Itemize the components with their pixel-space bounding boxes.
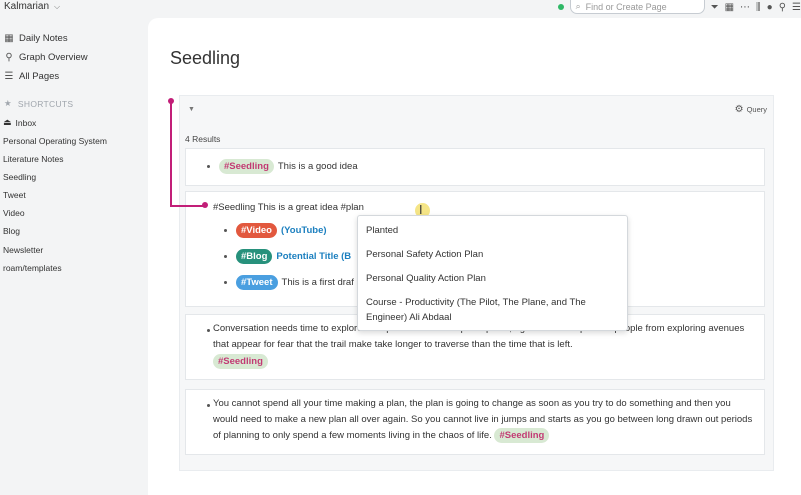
drag-connector-horizontal [170, 205, 203, 207]
block-text: This is a first draf [281, 277, 354, 288]
inbox-icon: ⏏ [3, 117, 12, 127]
help-icon[interactable]: ● [767, 2, 773, 13]
autocomplete-item[interactable]: Planted [366, 223, 398, 238]
blog-title-link[interactable]: Potential Title (B [276, 251, 351, 262]
calendar-icon[interactable]: ▦ [725, 2, 734, 13]
shortcut-inbox[interactable]: ⏏ Inbox [3, 117, 36, 128]
graph-icon: ⚲ [5, 52, 13, 63]
nav-label: All Pages [19, 71, 60, 82]
shortcut-literature-notes[interactable]: Literature Notes [3, 154, 63, 164]
bullet[interactable] [207, 329, 210, 332]
shortcut-personal-operating-system[interactable]: Personal Operating System [3, 136, 107, 146]
tag-seedling[interactable]: #Seedling [213, 354, 268, 369]
sidebar-toggle-icon[interactable]: ⫼ [756, 2, 761, 13]
drag-connector-vertical [170, 101, 172, 206]
tag-seedling[interactable]: #Seedling [494, 428, 550, 443]
shortcut-roam-templates[interactable]: roam/templates [3, 263, 62, 273]
search-placeholder: Find or Create Page [585, 1, 667, 12]
topbar: ⌕ Find or Create Page ⏷ ▦ ⋯ ⫼ ● ⚲ ☰ [557, 0, 801, 14]
child-block-blog[interactable]: #Blog Potential Title (B [224, 249, 351, 264]
nav-all-pages[interactable]: ☰ All Pages [4, 71, 60, 82]
autocomplete-item[interactable]: Personal Quality Action Plan [366, 271, 486, 286]
shortcut-video[interactable]: Video [3, 208, 25, 218]
result-card-1: #Seedling This is a good idea [185, 148, 765, 186]
block-text: This is a good idea [277, 161, 358, 172]
autocomplete-item[interactable]: Course - Productivity (The Pilot, The Pl… [366, 295, 616, 325]
more-icon[interactable]: ⋯ [740, 2, 750, 13]
nav-daily-notes[interactable]: ▦ Daily Notes [4, 33, 68, 44]
menu-icon[interactable]: ☰ [792, 2, 801, 13]
graph-icon[interactable]: ⚲ [779, 2, 786, 13]
chevron-down-icon: ⌵ [54, 1, 61, 11]
results-count: 4 Results [185, 134, 221, 144]
graph-switcher[interactable]: Kalmarian ⌵ [4, 1, 60, 12]
graph-name: Kalmarian [4, 1, 50, 12]
nav-label: Daily Notes [19, 33, 68, 44]
bullet[interactable] [207, 165, 210, 168]
child-block-video[interactable]: #Video (YouTube) [224, 223, 327, 238]
search-icon: ⌕ [575, 1, 581, 11]
nav-graph-overview[interactable]: ⚲ Graph Overview [4, 52, 88, 63]
shortcut-tweet[interactable]: Tweet [3, 190, 26, 200]
sidebar: Kalmarian ⌵ ▦ Daily Notes ⚲ Graph Overvi… [0, 0, 148, 495]
sync-status-dot [557, 4, 564, 10]
tag-tweet[interactable]: #Tweet [236, 275, 278, 290]
block-editing[interactable]: #Seedling This is a great idea #plan [213, 202, 364, 213]
block-row[interactable]: #Seedling This is a good idea [207, 159, 358, 174]
shortcuts-heading: ★ SHORTCUTS [4, 98, 73, 109]
shortcut-label: Inbox [15, 117, 37, 128]
autocomplete-item[interactable]: Personal Safety Action Plan [366, 247, 483, 262]
result-card-4: You cannot spend all your time making a … [185, 389, 765, 455]
tag-blog[interactable]: #Blog [236, 249, 273, 264]
drag-target-dot [202, 202, 208, 208]
bullet[interactable] [207, 404, 210, 407]
query-button[interactable]: ⚙ Query [735, 104, 767, 115]
youtube-link[interactable]: (YouTube) [281, 225, 327, 236]
tag-seedling[interactable]: #Seedling [219, 159, 274, 174]
page-title: Seedling [170, 48, 241, 68]
bullet[interactable] [224, 229, 227, 232]
query-label: Query [746, 105, 767, 114]
shortcuts-label: SHORTCUTS [17, 98, 74, 109]
child-block-tweet[interactable]: #Tweet This is a first draf [224, 275, 354, 290]
tag-video[interactable]: #Video [236, 223, 277, 238]
shortcut-blog[interactable]: Blog [3, 226, 20, 236]
caret-down-icon[interactable]: ▼ [188, 106, 195, 113]
search-input[interactable]: ⌕ Find or Create Page [569, 0, 705, 14]
bullet[interactable] [224, 281, 227, 284]
block-edit-text[interactable]: #Seedling This is a great idea #plan [213, 202, 364, 213]
autocomplete-dropdown: Planted Personal Safety Action Plan Pers… [357, 215, 628, 331]
nav-label: Graph Overview [19, 52, 88, 63]
block-paragraph[interactable]: You cannot spend all your time making a … [213, 396, 753, 444]
calendar-icon: ▦ [4, 33, 14, 44]
shortcut-newsletter[interactable]: Newsletter [3, 245, 43, 255]
filter-icon[interactable]: ⏷ [711, 2, 719, 13]
star-icon: ★ [4, 98, 12, 108]
bullet[interactable] [224, 255, 227, 258]
gear-icon: ⚙ [734, 104, 744, 115]
shortcut-seedling[interactable]: Seedling [3, 172, 36, 182]
list-icon: ☰ [4, 71, 14, 82]
block-text: You cannot spend all your time making a … [213, 398, 753, 441]
